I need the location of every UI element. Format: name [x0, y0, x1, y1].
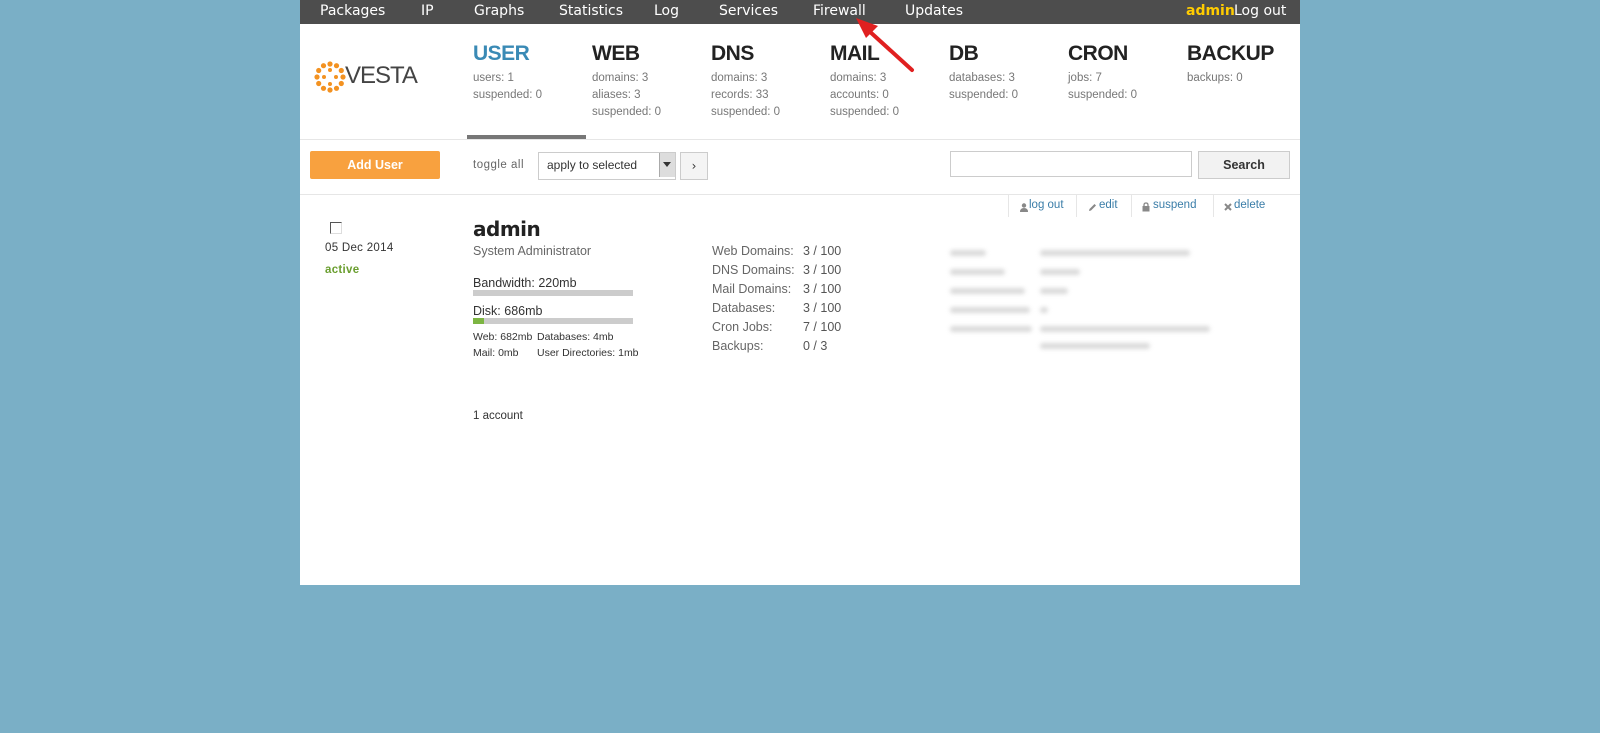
tab-stat: suspended: 0	[949, 89, 1019, 101]
tab-stat: backups: 0	[1187, 72, 1243, 84]
search-button[interactable]: Search	[1198, 151, 1290, 179]
nav-firewall[interactable]: Firewall	[813, 3, 866, 19]
bulk-action-select[interactable]: apply to selected	[538, 152, 676, 180]
account-count: 1 account	[473, 410, 523, 422]
delete-user-action[interactable]: delete	[1213, 195, 1298, 217]
logout-user-action[interactable]: log out	[1008, 195, 1077, 217]
suspend-user-action[interactable]: suspend	[1131, 195, 1214, 217]
tab-db[interactable]: DB databases: 3 suspended: 0	[949, 42, 1018, 104]
action-label: delete	[1234, 199, 1266, 211]
user-role: System Administrator	[473, 244, 592, 258]
stat-label: Web Domains:	[712, 244, 794, 258]
tab-stat: databases: 3	[949, 72, 1015, 84]
nav-statistics[interactable]: Statistics	[559, 3, 623, 19]
tab-title: DB	[949, 42, 979, 65]
tab-stat: jobs: 7	[1068, 72, 1102, 84]
nav-updates[interactable]: Updates	[905, 3, 963, 19]
edit-user-action[interactable]: edit	[1076, 195, 1132, 217]
stat-value: 3 / 100	[803, 282, 842, 296]
user-icon	[1020, 203, 1028, 212]
action-label: suspend	[1153, 199, 1197, 211]
bandwidth-bar	[473, 290, 633, 296]
nav-log[interactable]: Log	[654, 3, 679, 19]
nav-ip[interactable]: IP	[421, 3, 434, 19]
tab-mail[interactable]: MAIL domains: 3 accounts: 0 suspended: 0	[830, 42, 899, 121]
bulk-action-selected-value: apply to selected	[547, 158, 638, 172]
tab-user[interactable]: USER users: 1 suspended: 0	[473, 42, 542, 104]
tab-title: BACKUP	[1187, 42, 1274, 65]
tab-title: USER	[473, 42, 530, 65]
search-input[interactable]	[950, 151, 1192, 177]
toggle-all-link[interactable]: toggle all	[473, 159, 524, 171]
tab-stat: accounts: 0	[830, 89, 889, 101]
main-panel: VESTA USER users: 1 suspended: 0 WEB dom…	[300, 24, 1300, 585]
current-user-link[interactable]: admin	[1186, 3, 1235, 19]
tab-stat: aliases: 3	[592, 89, 641, 101]
logo-text: VESTA	[345, 62, 418, 89]
disk-bar	[473, 318, 633, 324]
tab-stat: users: 1	[473, 72, 514, 84]
stat-label: Backups:	[712, 339, 764, 353]
tab-dns[interactable]: DNS domains: 3 records: 33 suspended: 0	[711, 42, 780, 121]
tab-web[interactable]: WEB domains: 3 aliases: 3 suspended: 0	[592, 42, 661, 121]
nav-packages[interactable]: Packages	[320, 3, 385, 19]
stat-label: DNS Domains:	[712, 263, 795, 277]
nav-graphs[interactable]: Graphs	[474, 3, 524, 19]
web-usage: Web: 682mb	[473, 331, 533, 343]
add-user-button[interactable]: Add User	[310, 151, 440, 179]
top-nav-bar: Packages IP Graphs Statistics Log Servic…	[300, 0, 1300, 24]
stat-value: 3 / 100	[803, 301, 842, 315]
stat-label: Mail Domains:	[712, 282, 792, 296]
nav-services[interactable]: Services	[719, 3, 778, 19]
tab-cron[interactable]: CRON jobs: 7 suspended: 0	[1068, 42, 1137, 104]
tab-title: DNS	[711, 42, 754, 65]
mail-usage: Mail: 0mb	[473, 347, 519, 359]
tab-title: MAIL	[830, 42, 880, 65]
stat-value: 3 / 100	[803, 263, 842, 277]
divider	[300, 139, 1300, 140]
action-label: log out	[1029, 199, 1064, 211]
redacted-user-details	[950, 246, 1230, 356]
tab-stat: suspended: 0	[830, 106, 900, 118]
user-status-badge: active	[325, 264, 360, 276]
tab-title: WEB	[592, 42, 640, 65]
close-icon	[1224, 203, 1232, 211]
chevron-down-icon	[659, 153, 675, 177]
stat-label: Cron Jobs:	[712, 320, 773, 334]
stat-label: Databases:	[712, 301, 776, 315]
logout-link[interactable]: Log out	[1234, 3, 1286, 19]
action-label: edit	[1099, 199, 1118, 211]
user-directories-usage: User Directories: 1mb	[537, 347, 639, 359]
tab-stat: suspended: 0	[592, 106, 662, 118]
user-created-date: 05 Dec 2014	[325, 242, 394, 254]
lock-icon	[1142, 202, 1150, 212]
stat-value: 0 / 3	[803, 339, 828, 353]
disk-label: Disk: 686mb	[473, 304, 543, 318]
tab-stat: records: 33	[711, 89, 769, 101]
tab-title: CRON	[1068, 42, 1128, 65]
tab-stat: suspended: 0	[1068, 89, 1138, 101]
db-usage: Databases: 4mb	[537, 331, 614, 343]
select-user-checkbox[interactable]	[330, 222, 342, 234]
bandwidth-label: Bandwidth: 220mb	[473, 276, 577, 290]
disk-bar-fill	[473, 318, 485, 324]
user-name: admin	[473, 217, 541, 241]
tab-backup[interactable]: BACKUP backups: 0	[1187, 42, 1274, 87]
tab-stat: suspended: 0	[711, 106, 781, 118]
apply-bulk-action-button[interactable]: ›	[680, 152, 708, 180]
tab-stat: domains: 3	[830, 72, 887, 84]
pencil-icon	[1089, 204, 1096, 211]
tab-stat: suspended: 0	[473, 89, 543, 101]
tab-stat: domains: 3	[592, 72, 649, 84]
tab-stat: domains: 3	[711, 72, 768, 84]
stat-value: 7 / 100	[803, 320, 842, 334]
stat-value: 3 / 100	[803, 244, 842, 258]
